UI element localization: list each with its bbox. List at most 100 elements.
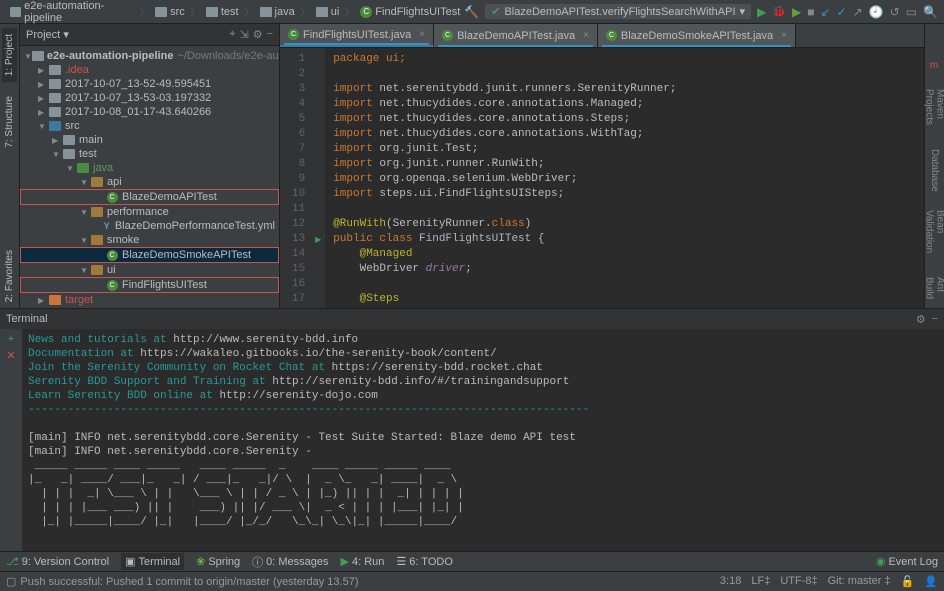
folder-icon [63, 135, 75, 145]
vcs-history-icon[interactable]: 🕘 [869, 5, 884, 19]
terminal-tool-tab[interactable]: ▣Terminal [121, 553, 184, 570]
project-view-switcher[interactable]: Project ▾ [26, 28, 69, 41]
package-icon [91, 177, 103, 187]
todo-tool-tab[interactable]: ☰6: TODO [396, 555, 452, 568]
terminal-header: Terminal ⚙ − [0, 309, 944, 329]
hide-icon[interactable]: − [267, 28, 273, 41]
favorites-tool-tab[interactable]: 2: Favorites [2, 244, 17, 308]
gear-icon[interactable]: ⚙ [916, 313, 926, 326]
maven-tool-label[interactable]: Maven Projects [922, 83, 944, 137]
stop-button[interactable]: ■ [807, 5, 814, 19]
encoding[interactable]: UTF-8 [780, 575, 811, 587]
class-icon: C [107, 250, 118, 261]
run-tool-tab[interactable]: ▶4: Run [341, 555, 385, 568]
line-separator[interactable]: LF [751, 575, 764, 587]
messages-tool-tab[interactable]: ⓘ0: Messages [252, 554, 328, 570]
close-icon[interactable]: × [583, 30, 589, 41]
tree-item-api-test[interactable]: BlazeDemoAPITest [122, 191, 217, 203]
collapse-icon[interactable]: ⇲ [239, 28, 248, 41]
tree-item-main[interactable]: main [79, 134, 103, 146]
ant-tool-tab[interactable]: Ant Build [922, 271, 944, 308]
tree-root[interactable]: e2e-automation-pipeline [47, 50, 174, 62]
close-session-icon[interactable]: ✕ [6, 349, 15, 362]
tree-item-idea[interactable]: .idea [65, 64, 89, 76]
folder-icon [49, 107, 61, 117]
terminal-left-tools: + ✕ [0, 329, 22, 551]
tree-item[interactable]: 2017-10-07_13-53-03.197332 [65, 92, 211, 104]
locate-icon[interactable]: ⌖ [229, 28, 235, 41]
run-config-selector[interactable]: ✔ BlazeDemoAPITest.verifyFlightsSearchWi… [485, 4, 751, 19]
lock-icon[interactable]: 🔓 [901, 575, 915, 588]
breadcrumb-item[interactable]: ui [312, 6, 344, 18]
inspection-icon[interactable]: 👤 [924, 575, 938, 588]
debug-button[interactable]: 🐞 [772, 5, 786, 18]
breadcrumb-root[interactable]: e2e-automation-pipeline [6, 0, 138, 24]
yaml-icon: Y [104, 221, 110, 231]
close-icon[interactable]: × [419, 29, 425, 40]
git-branch[interactable]: Git: master [828, 575, 882, 587]
todo-icon: ☰ [396, 555, 406, 568]
line-gutter: 1234567891011121314151617181920212223242… [280, 48, 311, 308]
event-log-tab[interactable]: ◉Event Log [876, 555, 938, 568]
hide-icon[interactable]: − [932, 313, 938, 326]
tree-item[interactable]: 2017-10-07_13-52-49.595451 [65, 78, 211, 90]
bean-tool-tab[interactable]: Bean Validation [922, 204, 944, 259]
project-panel: Project ▾ ⌖ ⇲ ⚙ − ▼e2e-automation-pipeli… [20, 24, 280, 308]
run-button[interactable]: ▶ [757, 5, 766, 19]
gear-icon[interactable]: ⚙ [253, 28, 263, 41]
spring-tool-tab[interactable]: ❀Spring [196, 555, 240, 568]
close-icon[interactable]: × [781, 30, 787, 41]
build-icon[interactable]: 🔨 [464, 5, 479, 19]
breadcrumb-item[interactable]: java [256, 6, 299, 18]
tree-item-smoke[interactable]: smoke [107, 234, 139, 246]
editor-tab-active[interactable]: CFindFlightsUITest.java× [280, 24, 434, 47]
chevron-right-icon: 〉 [300, 4, 311, 20]
tree-item-test[interactable]: test [79, 148, 97, 160]
tree-item-smoke-test[interactable]: BlazeDemoSmokeAPITest [122, 249, 251, 261]
search-icon[interactable]: 🔍 [923, 5, 938, 19]
tree-item-target[interactable]: target [65, 294, 93, 306]
editor-tab[interactable]: CBlazeDemoAPITest.java× [434, 24, 598, 47]
structure-tool-tab[interactable]: 7: Structure [2, 90, 17, 154]
code-lines[interactable]: package ui; import net.serenitybdd.junit… [325, 48, 924, 308]
code-editor[interactable]: 1234567891011121314151617181920212223242… [280, 48, 924, 308]
vcs-tool-tab[interactable]: ⎇9: Version Control [6, 555, 109, 568]
vcs-commit-icon[interactable]: ✓ [837, 5, 847, 19]
toolbar-right: 🔨 ✔ BlazeDemoAPITest.verifyFlightsSearch… [464, 4, 938, 19]
vcs-revert-icon[interactable]: ↺ [890, 5, 900, 19]
tree-item-src[interactable]: src [65, 120, 80, 132]
tree-item-perf[interactable]: performance [107, 206, 169, 218]
info-icon: ⓘ [252, 554, 263, 570]
breadcrumb-item[interactable]: test [202, 6, 243, 18]
tree-item-java[interactable]: java [93, 162, 113, 174]
tree-item-perf-file[interactable]: BlazeDemoPerformanceTest.yml [115, 220, 275, 232]
breadcrumb-item[interactable]: src [151, 6, 189, 18]
folder-icon [49, 79, 61, 89]
run-gutter-icon[interactable]: ▶ [311, 232, 325, 247]
class-icon: C [442, 30, 453, 41]
package-icon [91, 235, 103, 245]
new-session-icon[interactable]: + [8, 333, 14, 345]
terminal-content[interactable]: News and tutorials at http://www.serenit… [22, 329, 944, 551]
breadcrumb-class[interactable]: CFindFlightsUITest [356, 6, 464, 18]
cursor-position[interactable]: 3:18 [720, 575, 741, 588]
tree-item-ui[interactable]: ui [107, 264, 116, 276]
layout-icon[interactable]: ▭ [906, 5, 917, 19]
maven-tool-tab[interactable]: m [927, 54, 942, 77]
chevron-down-icon: ▾ [740, 5, 746, 18]
database-tool-tab[interactable]: Database [927, 143, 942, 198]
project-tool-tab[interactable]: 1: Project [2, 28, 17, 82]
tree-path: ~/Downloads/e2e-automatio [177, 50, 279, 62]
test-pass-icon: ✔ [491, 5, 500, 18]
chevron-right-icon: 〉 [344, 4, 355, 20]
tree-item[interactable]: 2017-10-08_01-17-43.640266 [65, 106, 211, 118]
tree-item-ui-test[interactable]: FindFlightsUITest [122, 279, 207, 291]
tree-item-api[interactable]: api [107, 176, 122, 188]
vcs-push-icon[interactable]: ↗ [853, 5, 863, 19]
editor-tab[interactable]: CBlazeDemoSmokeAPITest.java× [598, 24, 796, 47]
vcs-update-icon[interactable]: ↙ [821, 5, 831, 19]
coverage-button[interactable]: ▶ [792, 5, 801, 19]
project-tree[interactable]: ▼e2e-automation-pipeline~/Downloads/e2e-… [20, 46, 279, 308]
excluded-folder-icon [49, 295, 61, 305]
status-icon[interactable]: ▢ [6, 575, 16, 588]
